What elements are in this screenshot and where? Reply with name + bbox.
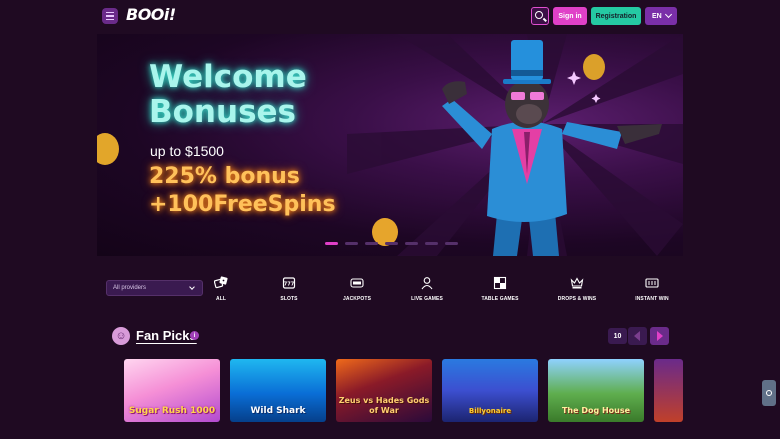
hero-offer-line1: 225% bonus (149, 164, 300, 189)
game-title: Sugar Rush 1000 (128, 406, 216, 416)
category-instant-win[interactable]: INSTANT WIN (622, 276, 682, 306)
game-tile-partial[interactable] (654, 359, 683, 422)
search-button[interactable] (531, 7, 549, 25)
carousel-dot-5[interactable] (405, 242, 418, 245)
sign-in-button[interactable]: Sign in (553, 7, 587, 25)
category-live-games[interactable]: LIVE GAMES (397, 276, 457, 306)
section-title[interactable]: Fan Picks (136, 328, 197, 343)
category-label: JACKPOTS (342, 296, 372, 302)
previous-arrow-button[interactable] (628, 327, 647, 345)
category-label: DROPS & WINS (557, 296, 597, 302)
category-jackpots[interactable]: JACKPOTS (327, 276, 387, 306)
game-title: Zeus vs Hades Gods of War (338, 396, 430, 415)
game-tile-zeus-vs-hades[interactable]: Zeus vs Hades Gods of War (336, 359, 432, 422)
table-games-icon (493, 276, 507, 290)
language-label: EN (652, 12, 662, 20)
category-drops-wins[interactable]: DROPS & WINS (547, 276, 607, 306)
hero-title-line1: Welcome (149, 59, 307, 95)
support-widget-tab[interactable] (762, 380, 776, 406)
category-slots[interactable]: 777 SLOTS (259, 276, 319, 306)
category-label: INSTANT WIN (635, 296, 669, 302)
instant-win-icon (645, 278, 659, 288)
hero-offer-line2: +100FreeSpins (149, 192, 336, 217)
carousel-dot-6[interactable] (425, 242, 438, 245)
provider-select[interactable]: All providers (106, 280, 203, 296)
category-label: SLOTS (280, 296, 298, 302)
carousel-dot-1[interactable] (325, 242, 338, 245)
carousel-dot-3[interactable] (365, 242, 378, 245)
hero-title-line2: Bonuses (149, 94, 296, 130)
chat-icon (766, 390, 772, 396)
site-logo[interactable]: BOOi! (126, 5, 176, 24)
svg-text:777: 777 (284, 282, 295, 288)
category-all[interactable]: ALL (191, 276, 251, 306)
dice-icon (214, 276, 228, 289)
hero-offer: 225% bonus +100FreeSpins (149, 163, 336, 219)
carousel-dot-7[interactable] (445, 242, 458, 245)
game-tile-dog-house[interactable]: The Dog House (548, 359, 644, 422)
game-tile-sugar-rush[interactable]: Sugar Rush 1000 (124, 359, 220, 422)
live-dealer-icon (421, 277, 433, 290)
provider-select-label: All providers (113, 285, 147, 291)
carousel-dots (325, 242, 458, 245)
menu-icon[interactable] (102, 8, 118, 24)
carousel-dot-4[interactable] (385, 242, 398, 245)
game-title: Billyonaire (468, 407, 512, 415)
game-title: Wild Shark (250, 406, 306, 416)
carousel-dot-2[interactable] (345, 242, 358, 245)
category-label: ALL (215, 296, 227, 302)
category-label: TABLE GAMES (481, 296, 519, 302)
hero-subtitle: up to $1500 (150, 143, 224, 159)
hero-banner[interactable]: Welcome Bonuses up to $1500 225% bonus +… (97, 34, 683, 256)
game-count[interactable]: 10 (608, 328, 627, 344)
language-selector[interactable]: EN (645, 7, 677, 25)
crown-icon (570, 277, 584, 289)
slot-machine-icon: 777 (282, 277, 296, 289)
registration-button[interactable]: Registration (591, 7, 641, 25)
chevron-down-icon (664, 10, 672, 19)
next-arrow-button[interactable] (650, 327, 669, 345)
hero-title: Welcome Bonuses (149, 60, 307, 130)
category-label: LIVE GAMES (411, 296, 443, 302)
jackpot-icon (350, 278, 364, 288)
game-tile-wild-shark[interactable]: Wild Shark (230, 359, 326, 422)
info-icon[interactable]: i (190, 331, 199, 340)
game-title: The Dog House (561, 406, 631, 415)
game-tile-billyonaire[interactable]: Billyonaire (442, 359, 538, 422)
category-table-games[interactable]: TABLE GAMES (470, 276, 530, 306)
smiley-icon: ☺ (112, 327, 130, 345)
top-header: BOOi! Sign in Registration EN (0, 0, 780, 32)
